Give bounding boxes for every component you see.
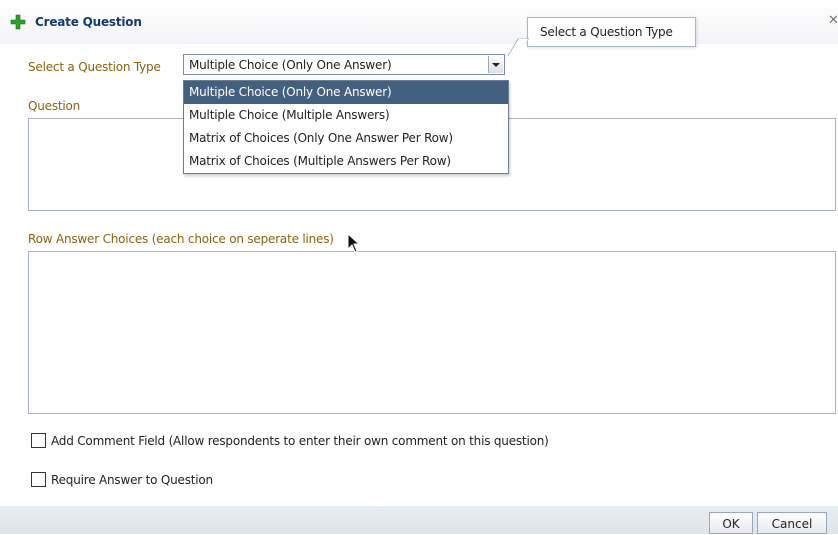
question-type-label: Select a Question Type [28,60,161,74]
require-answer-label: Require Answer to Question [51,473,213,487]
tooltip: Select a Question Type [527,17,696,47]
question-label: Question [28,99,81,113]
close-icon[interactable]: ✕ [828,14,838,27]
question-type-value: Multiple Choice (Only One Answer) [189,58,392,72]
dialog-title: Create Question [35,15,142,29]
dropdown-option[interactable]: Matrix of Choices (Multiple Answers Per … [184,150,508,173]
tooltip-pointer [507,38,529,57]
dropdown-option[interactable]: Multiple Choice (Multiple Answers) [184,104,508,127]
require-answer-checkbox[interactable] [31,472,46,487]
dropdown-option[interactable]: Matrix of Choices (Only One Answer Per R… [184,127,508,150]
chevron-down-icon [492,63,500,67]
add-comment-label: Add Comment Field (Allow respondents to … [51,434,549,448]
dropdown-button[interactable] [488,56,503,73]
mouse-pointer-icon [347,233,361,253]
row-choices-textarea[interactable] [28,251,836,414]
question-type-dropdown[interactable]: Multiple Choice (Only One Answer) Multip… [183,80,509,174]
add-comment-checkbox[interactable] [31,433,46,448]
tooltip-text: Select a Question Type [540,25,673,39]
row-choices-label: Row Answer Choices (each choice on seper… [28,232,334,246]
dropdown-option[interactable]: Multiple Choice (Only One Answer) [184,81,508,104]
dialog-header: Create Question ✕ [0,0,838,44]
ok-button[interactable]: OK [709,512,753,534]
plus-icon [10,14,26,30]
question-type-select[interactable]: Multiple Choice (Only One Answer) [183,54,505,75]
cancel-button[interactable]: Cancel [757,512,827,534]
